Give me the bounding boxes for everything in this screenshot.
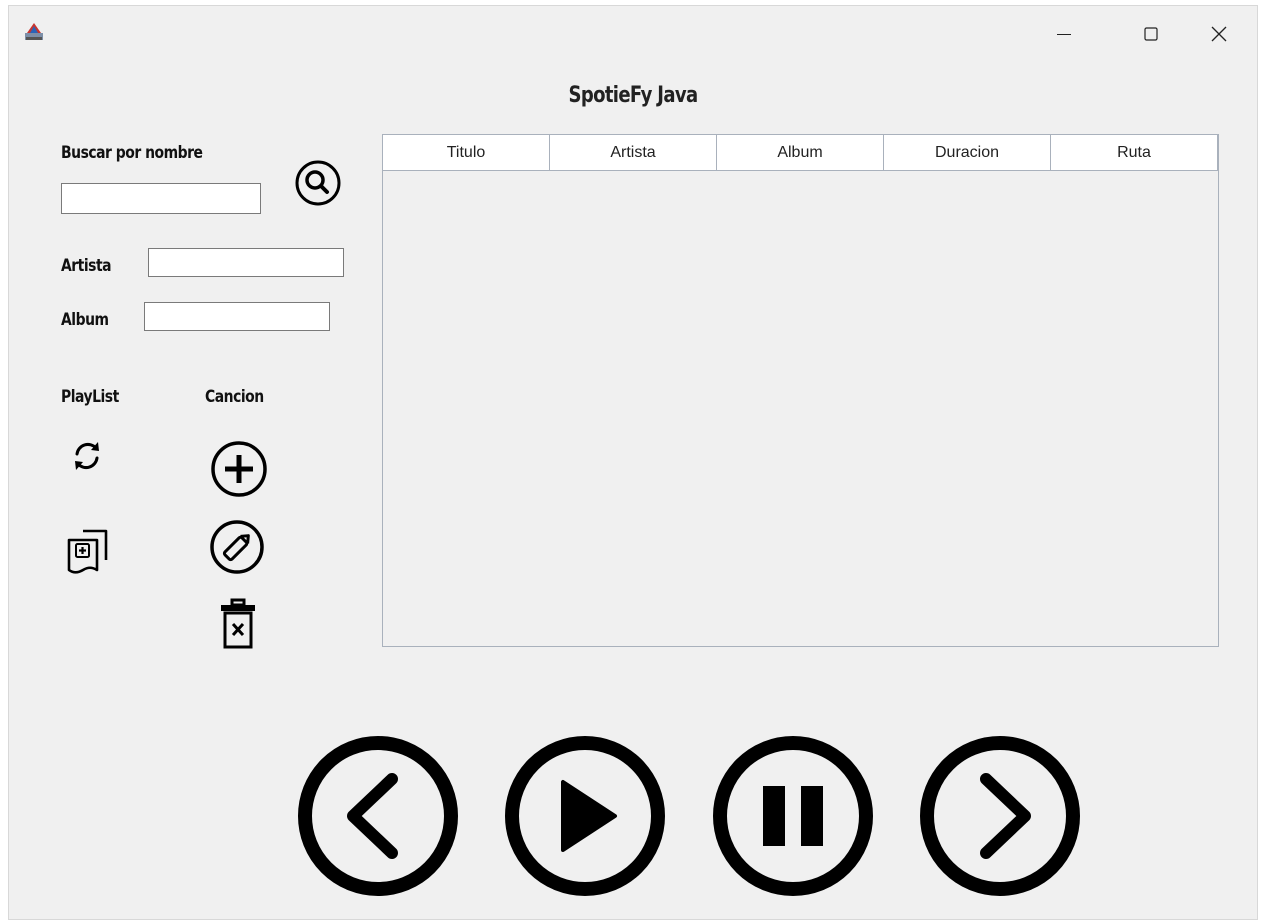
java-app-icon — [24, 22, 44, 42]
refresh-icon — [75, 442, 99, 470]
minimize-button[interactable] — [1044, 14, 1084, 54]
close-icon — [1211, 26, 1227, 42]
edit-song-button[interactable] — [208, 518, 266, 576]
refresh-playlist-button[interactable] — [67, 436, 107, 476]
artist-label: Artista — [61, 256, 112, 276]
column-header-artista[interactable]: Artista — [550, 135, 717, 170]
edit-icon — [210, 520, 264, 574]
column-header-ruta[interactable]: Ruta — [1051, 135, 1218, 170]
search-label: Buscar por nombre — [61, 143, 203, 163]
album-label: Album — [61, 310, 109, 330]
search-button[interactable] — [290, 159, 346, 207]
artist-input[interactable] — [148, 248, 344, 277]
minimize-icon — [1057, 34, 1071, 35]
add-icon — [211, 441, 267, 497]
column-header-duracion[interactable]: Duracion — [884, 135, 1051, 170]
delete-icon — [221, 598, 255, 649]
close-button[interactable] — [1199, 14, 1239, 54]
page-title: SpotieFy Java — [568, 83, 698, 108]
add-playlist-button[interactable] — [64, 526, 116, 582]
song-label: Cancion — [205, 387, 264, 407]
pause-button[interactable] — [711, 734, 875, 898]
previous-icon — [298, 736, 458, 896]
maximize-button[interactable] — [1131, 14, 1171, 54]
playlist-label: PlayList — [61, 387, 119, 407]
play-icon — [505, 736, 665, 896]
maximize-icon — [1144, 27, 1158, 41]
title-bar — [9, 6, 1257, 56]
album-input[interactable] — [144, 302, 330, 331]
search-input[interactable] — [61, 183, 261, 214]
previous-button[interactable] — [296, 734, 460, 898]
column-header-album[interactable]: Album — [717, 135, 884, 170]
search-icon — [295, 160, 341, 206]
play-button[interactable] — [503, 734, 667, 898]
column-header-titulo[interactable]: Titulo — [383, 135, 550, 170]
table-header: Titulo Artista Album Duracion Ruta — [383, 135, 1218, 171]
songs-table[interactable]: Titulo Artista Album Duracion Ruta — [382, 134, 1219, 647]
add-playlist-icon — [67, 529, 108, 574]
pause-icon — [713, 736, 873, 896]
next-icon — [920, 736, 1080, 896]
next-button[interactable] — [918, 734, 1082, 898]
app-window: SpotieFy Java Buscar por nombre Artista … — [8, 5, 1258, 920]
delete-song-button[interactable] — [218, 598, 258, 652]
add-song-button[interactable] — [208, 440, 270, 498]
